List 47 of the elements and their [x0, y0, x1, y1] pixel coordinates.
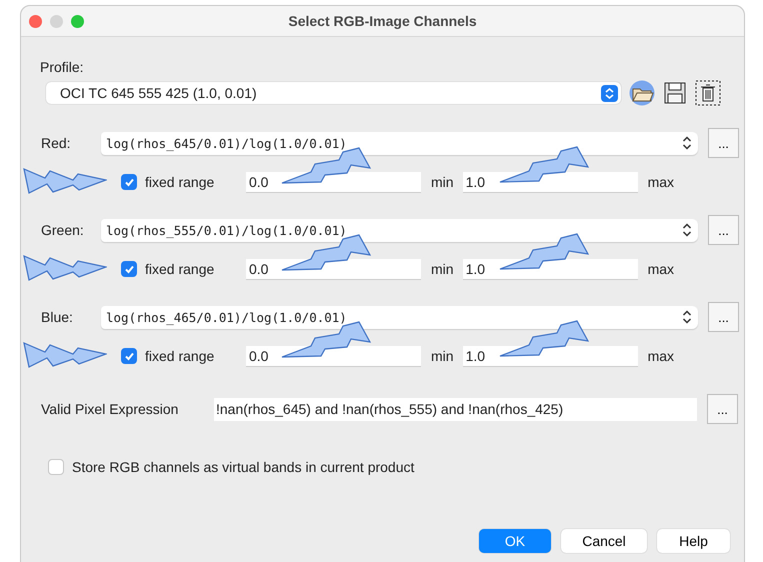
up-down-chevron-icon — [682, 136, 692, 150]
max-label: max — [648, 174, 674, 190]
channel-label: Red: — [41, 135, 72, 151]
fixed-range-label: fixed range — [145, 348, 216, 364]
fixed-range-checkbox[interactable] — [121, 174, 137, 190]
dropdown-stepper-icon — [601, 84, 618, 102]
max-field[interactable]: 1.0 — [462, 258, 638, 280]
store-virtual-checkbox[interactable] — [48, 459, 64, 475]
checkmark-icon — [124, 176, 134, 188]
edit-expression-button[interactable]: ... — [707, 394, 738, 424]
min-label: min — [431, 174, 454, 190]
ok-button[interactable]: OK — [479, 529, 551, 553]
close-button[interactable] — [29, 14, 42, 28]
edit-expression-button[interactable]: ... — [708, 215, 739, 245]
valid-pixel-field[interactable]: !nan(rhos_645) and !nan(rhos_555) and !nan(rhos_425) — [214, 398, 697, 420]
expression-dropdown[interactable]: log(rhos_555/0.01)/log(1.0/0.01) — [101, 218, 698, 242]
trash-icon[interactable] — [695, 80, 721, 106]
dialog-button[interactable]: Help — [657, 529, 730, 553]
save-icon[interactable] — [663, 81, 687, 105]
fixed-range-label: fixed range — [145, 174, 216, 190]
checkmark-icon — [124, 350, 134, 362]
max-field[interactable]: 1.0 — [462, 172, 638, 192]
min-label: min — [431, 261, 454, 277]
max-field[interactable]: 1.0 — [462, 346, 638, 366]
profile-label: Profile: — [40, 59, 85, 75]
max-label: max — [648, 261, 674, 277]
fixed-range-checkbox[interactable] — [121, 348, 137, 364]
edit-expression-button[interactable]: ... — [708, 302, 739, 332]
min-label: min — [431, 348, 454, 364]
expression-dropdown[interactable]: log(rhos_465/0.01)/log(1.0/0.01) — [101, 306, 698, 328]
channel-label: Blue: — [41, 309, 74, 325]
edit-expression-button[interactable]: ... — [708, 128, 739, 158]
open-folder-icon[interactable] — [629, 80, 655, 106]
zoom-button[interactable] — [71, 14, 84, 28]
up-down-chevron-icon — [682, 310, 692, 324]
store-virtual-label: Store RGB channels as virtual bands in current product — [72, 459, 414, 475]
fixed-range-checkbox[interactable] — [121, 261, 137, 277]
up-down-chevron-icon — [682, 223, 692, 237]
fixed-range-label: fixed range — [145, 261, 216, 277]
channel-label: Green: — [41, 222, 85, 238]
dialog-button[interactable]: Cancel — [561, 529, 647, 553]
window-title: Select RGB-Image Channels — [288, 13, 477, 29]
max-label: max — [648, 348, 674, 364]
checkmark-icon — [124, 264, 134, 274]
valid-pixel-label: Valid Pixel Expression — [41, 401, 180, 417]
profile-dropdown[interactable]: OCI TC 645 555 425 (1.0, 0.01) — [46, 82, 621, 104]
expression-dropdown[interactable]: log(rhos_645/0.01)/log(1.0/0.01) — [101, 132, 698, 154]
